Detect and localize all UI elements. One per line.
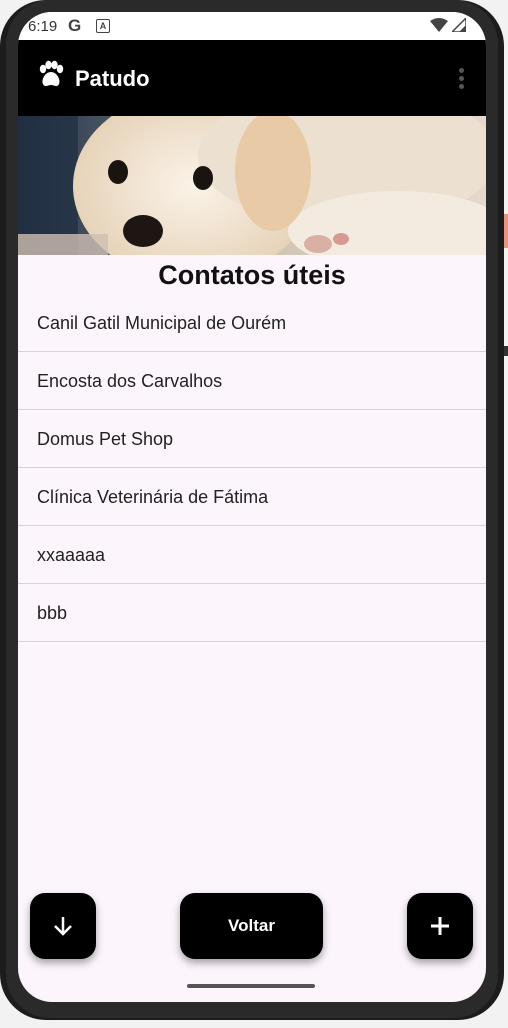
list-item[interactable]: bbb: [18, 584, 486, 642]
contact-name: Domus Pet Shop: [37, 429, 174, 449]
back-button[interactable]: Voltar: [180, 893, 323, 959]
contact-name: bbb: [37, 603, 68, 623]
plus-icon: [431, 917, 449, 935]
status-time: 6:19: [28, 18, 58, 35]
list-item[interactable]: Encosta dos Carvalhos: [18, 352, 486, 410]
contact-name: Clínica Veterinária de Fátima: [37, 487, 269, 507]
contact-name: Encosta dos Carvalhos: [37, 371, 223, 391]
arrow-down-icon: [54, 917, 72, 936]
home-indicator[interactable]: [187, 984, 315, 988]
contact-name: xxaaaaa: [37, 545, 106, 565]
paw-icon: [39, 60, 64, 87]
app-screen: 6:19 G A Patudo Contatos úteis Canil Gat…: [18, 12, 486, 1002]
text-a-icon: A: [96, 19, 110, 33]
app-title: Patudo: [75, 66, 150, 91]
list-item[interactable]: xxaaaaa: [18, 526, 486, 584]
puppy-photo: [18, 116, 486, 255]
background-window-edge: [504, 346, 508, 356]
wifi-icon: [430, 18, 448, 32]
status-bar: 6:19 G A: [18, 12, 486, 40]
page-title: Contatos úteis: [158, 260, 346, 290]
add-contact-button[interactable]: [407, 893, 473, 959]
signal-icon: [452, 18, 466, 32]
overflow-menu-icon[interactable]: [459, 68, 464, 92]
background-window-edge: [504, 214, 508, 248]
list-item[interactable]: Clínica Veterinária de Fátima: [18, 468, 486, 526]
banner-image: [18, 116, 486, 255]
list-item[interactable]: Domus Pet Shop: [18, 410, 486, 468]
list-item[interactable]: Canil Gatil Municipal de Ourém: [18, 294, 486, 352]
back-button-label: Voltar: [228, 916, 275, 935]
google-g-icon: G: [68, 16, 82, 35]
contacts-list: Canil Gatil Municipal de Ourém Encosta d…: [18, 294, 486, 642]
contact-name: Canil Gatil Municipal de Ourém: [37, 313, 287, 333]
app-bar: Patudo: [18, 40, 486, 116]
scroll-down-button[interactable]: [30, 893, 96, 959]
